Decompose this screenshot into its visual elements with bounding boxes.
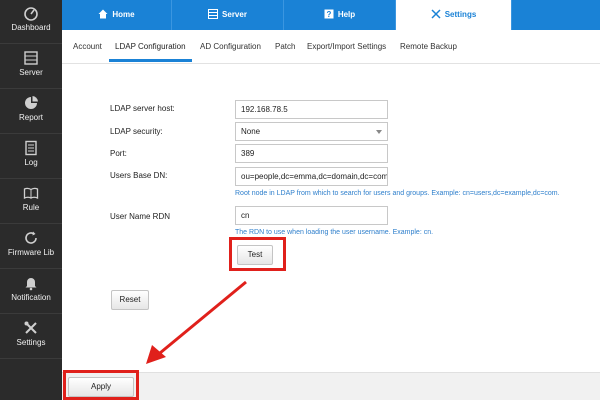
arrow-line xyxy=(159,280,247,355)
highlight-box xyxy=(63,370,139,400)
footer-bar xyxy=(62,372,600,400)
arrow-annotation xyxy=(146,280,247,364)
arrow-head xyxy=(146,345,166,364)
